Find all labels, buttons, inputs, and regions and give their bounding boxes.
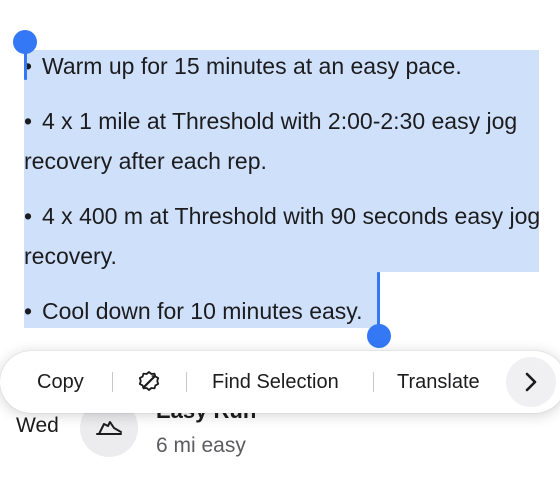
menu-separator xyxy=(373,372,374,392)
note-bullet-item: • Cool down for 10 minutes easy. xyxy=(24,291,544,331)
note-item-text: Cool down for 10 minutes easy. xyxy=(42,298,363,324)
running-shoe-icon xyxy=(96,421,122,435)
note-bullet-item: • Warm up for 15 minutes at an easy pace. xyxy=(24,46,544,86)
selection-end-handle-bar[interactable] xyxy=(377,272,380,328)
workout-subtitle: 6 mi easy xyxy=(156,434,246,457)
note-bullet-item: • 4 x 400 m at Threshold with 90 seconds … xyxy=(24,196,544,276)
note-bullet-item: • 4 x 1 mile at Threshold with 2:00-2:30 … xyxy=(24,101,544,181)
translate-button[interactable]: Translate xyxy=(397,351,480,413)
edit-menu: Copy Find Selection Translate xyxy=(0,351,560,413)
bullet-glyph: • xyxy=(24,203,33,229)
bullet-glyph: • xyxy=(24,108,33,134)
bullet-glyph: • xyxy=(24,298,33,324)
notes-screen: Wed Easy Run 6 mi easy •Warm up for 15 m… xyxy=(0,0,560,480)
note-body[interactable]: • Warm up for 15 minutes at an easy pace.… xyxy=(24,46,544,346)
note-item-text: 4 x 1 mile at Threshold with 2:00-2:30 e… xyxy=(24,108,518,174)
chevron-right-icon xyxy=(525,372,537,392)
menu-separator xyxy=(186,372,187,392)
note-item-text: Warm up for 15 minutes at an easy pace. xyxy=(42,53,462,79)
menu-separator xyxy=(112,372,113,392)
writing-tools-button[interactable] xyxy=(136,351,162,413)
selection-start-handle[interactable] xyxy=(13,30,37,54)
copy-button[interactable]: Copy xyxy=(37,351,84,413)
find-selection-button[interactable]: Find Selection xyxy=(212,351,339,413)
writing-tools-icon xyxy=(138,371,160,391)
selection-end-handle[interactable] xyxy=(367,324,391,348)
note-item-text: 4 x 400 m at Threshold with 90 seconds e… xyxy=(24,203,541,269)
more-options-button[interactable] xyxy=(506,357,556,407)
workout-day: Wed xyxy=(16,414,59,437)
